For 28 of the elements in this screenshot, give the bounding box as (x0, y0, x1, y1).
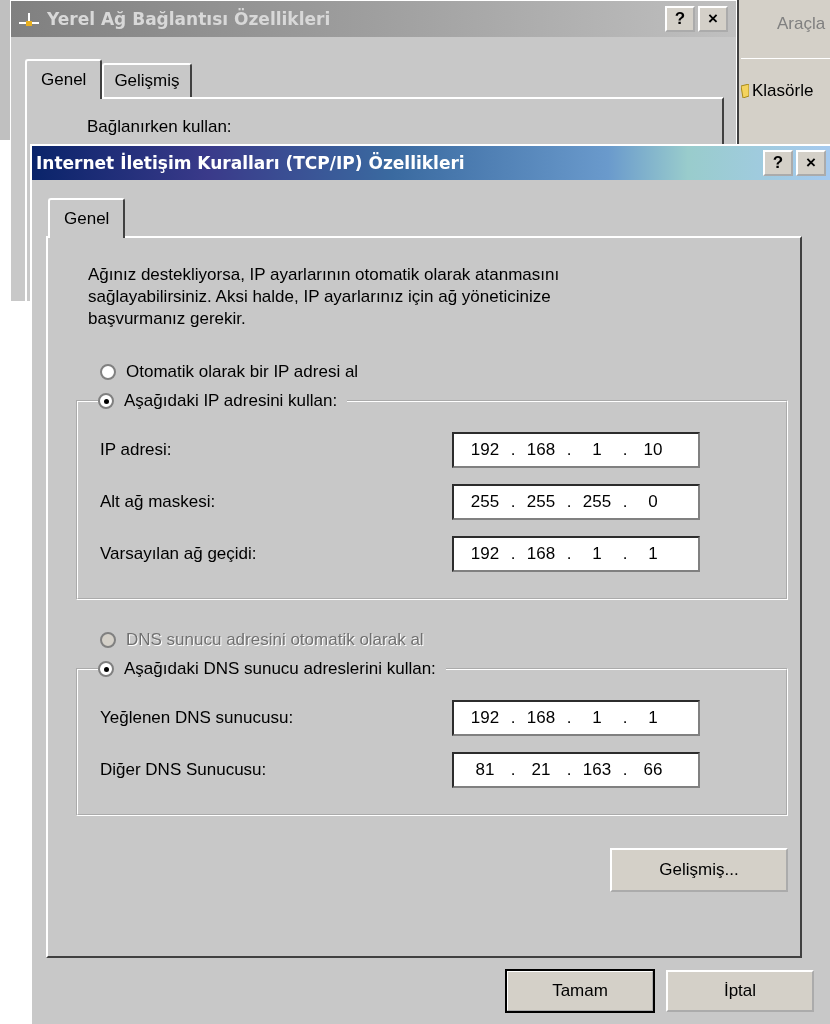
field-label: Diğer DNS Sunucusu: (100, 760, 268, 780)
help-button[interactable]: ? (763, 150, 793, 176)
toolbar-item[interactable]: Klasörle (752, 81, 814, 101)
tab[interactable]: Gelişmiş (102, 63, 192, 97)
cancel-button[interactable]: İptal (666, 970, 814, 1012)
section-label: Bağlanırken kullan: (87, 117, 232, 136)
field-label: Varsayılan ağ geçidi: (100, 544, 258, 564)
folder-icon (741, 84, 749, 98)
advanced-button[interactable]: Gelişmiş... (610, 848, 788, 892)
ok-button[interactable]: Tamam (506, 970, 654, 1012)
close-button[interactable]: × (698, 6, 728, 32)
network-icon (17, 11, 41, 27)
ip-address-field[interactable]: 192 . 168 . 1 . 10 (452, 432, 700, 468)
description-text: Ağınız destekliyorsa, IP ayarlarının otomatik olarak atanmasını sağlayabilirsiniz. Aksi halde, IP ayarlarınız için ağ yöneticinize başvurmanız gerekir. (88, 264, 561, 330)
ip-address-field[interactable]: 255 . 255 . 255 . 0 (452, 484, 700, 520)
tab[interactable]: Genel (48, 198, 126, 238)
ip-address-field[interactable]: 192 . 168 . 1 . 1 (452, 536, 700, 572)
window-title: Yerel Ağ Bağlantısı Özellikleri (47, 9, 331, 29)
tab[interactable]: Genel (25, 59, 103, 99)
window-title: Internet İletişim Kuralları (TCP/IP) Özellikleri (36, 153, 465, 173)
field-label: Yeğlenen DNS sunucusu: (100, 708, 295, 728)
field-label: IP adresi: (100, 440, 173, 460)
ip-address-field[interactable]: 81 . 21 . 163 . 66 (452, 752, 700, 788)
field-label: Alt ağ maskesi: (100, 492, 217, 512)
close-button[interactable]: × (796, 150, 826, 176)
help-button[interactable]: ? (665, 6, 695, 32)
ip-address-field[interactable]: 192 . 168 . 1 . 1 (452, 700, 700, 736)
radio-option[interactable]: Otomatik olarak bir IP adresi al (100, 360, 790, 384)
